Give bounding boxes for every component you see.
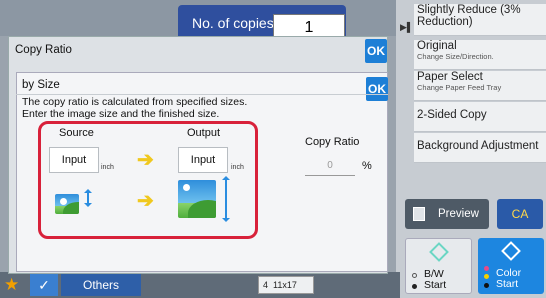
side-item-2-sided-copy[interactable]: 2-Sided Copy (414, 102, 546, 132)
color-start-button[interactable]: Color Start (478, 238, 544, 294)
copy-ratio-label: Copy Ratio (305, 136, 360, 148)
status-dot (412, 273, 417, 278)
start-icon (501, 241, 521, 261)
start-icon (429, 242, 449, 262)
source-label: Source (59, 127, 94, 139)
star-icon[interactable]: ★ (4, 275, 19, 295)
color-dot (484, 283, 489, 288)
document-icon (413, 207, 425, 221)
source-image-icon (55, 194, 79, 214)
divider (16, 94, 388, 95)
preview-button[interactable]: Preview (405, 199, 489, 229)
output-image-icon (178, 180, 216, 218)
check-icon[interactable]: ✓ (30, 274, 58, 296)
dialog-title: Copy Ratio (15, 44, 72, 56)
color-dot (484, 274, 489, 279)
source-size-arrow-icon (84, 189, 92, 207)
output-input-button[interactable]: Input (178, 147, 228, 173)
status-dot (412, 284, 417, 289)
output-unit: inch (231, 164, 244, 171)
side-item-background-adjustment[interactable]: Background Adjustment (414, 133, 546, 163)
side-item-paper-select[interactable]: Paper Select Change Paper Feed Tray (414, 71, 546, 101)
source-unit: inch (101, 164, 114, 171)
arrow-right-icon: ➔ (137, 190, 154, 212)
others-button[interactable]: Others (61, 274, 141, 296)
percent-unit: % (362, 160, 372, 172)
ok-button[interactable]: OK (365, 39, 387, 63)
side-item-slightly-reduce[interactable]: Slightly Reduce (3% Reduction) (414, 4, 546, 36)
arrow-right-icon: ➔ (137, 149, 154, 171)
dialog-title: by Size (22, 79, 60, 91)
bw-start-button[interactable]: B/W Start (405, 238, 472, 294)
source-input-button[interactable]: Input (49, 147, 99, 173)
clear-all-button[interactable]: CA (497, 199, 543, 229)
bottom-bar (0, 272, 400, 298)
ok-button[interactable]: OK (366, 77, 388, 101)
copies-label: No. of copies (192, 15, 274, 31)
output-label: Output (187, 127, 221, 139)
paper-tray: 4 (263, 280, 269, 290)
description-text: The copy ratio is calculated from specif… (22, 96, 248, 120)
side-item-original[interactable]: Original Change Size/Direction. (414, 40, 546, 70)
play-icon: ▶▌ (400, 22, 414, 32)
output-size-arrow-icon (222, 176, 230, 222)
copy-ratio-value: 0 (305, 160, 355, 176)
color-dot (484, 266, 489, 271)
paper-size: 11x17 (273, 280, 297, 290)
paper-indicator: 4 11x17 (258, 276, 314, 294)
